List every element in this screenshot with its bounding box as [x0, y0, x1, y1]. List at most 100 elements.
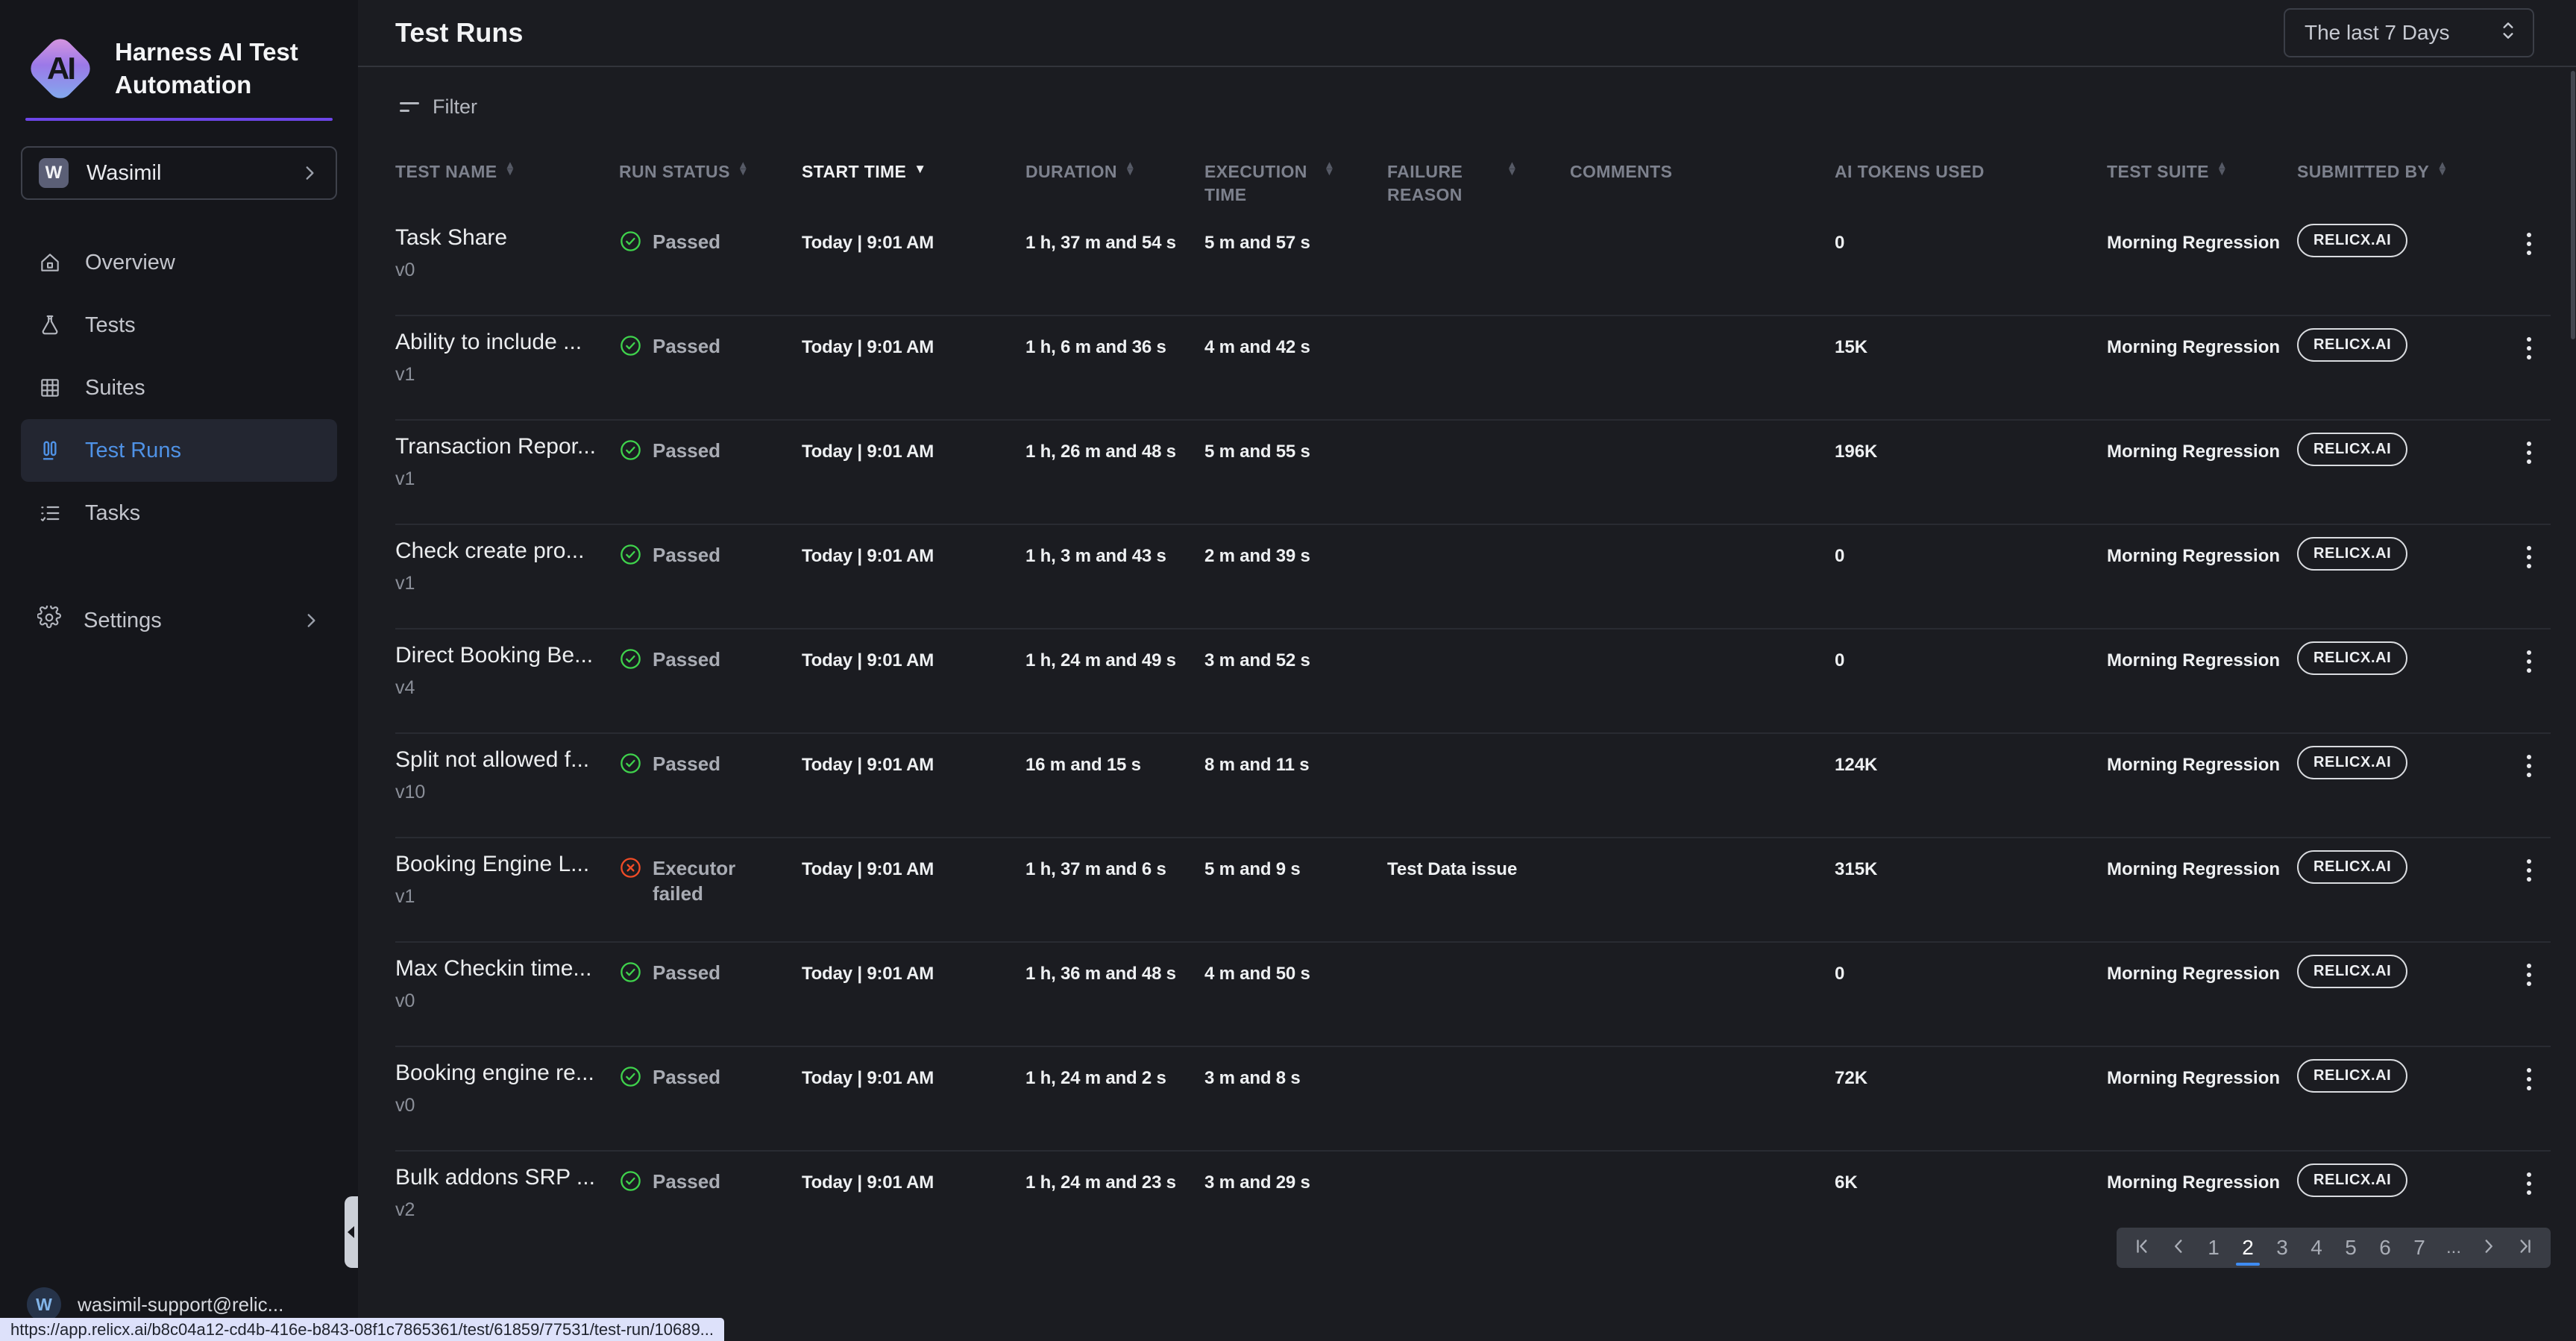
sidebar-collapse-handle[interactable] — [345, 1196, 358, 1268]
home-icon — [37, 251, 63, 274]
page-4[interactable]: 4 — [2302, 1231, 2331, 1264]
column-header-submitted-by[interactable]: SUBMITTED BY▲▼ — [2297, 160, 2484, 183]
page-2[interactable]: 2 — [2233, 1231, 2263, 1264]
column-header-duration[interactable]: DURATION▲▼ — [1025, 160, 1204, 183]
status-passed-icon — [619, 334, 642, 361]
sidebar-item-tasks[interactable]: Tasks — [21, 482, 337, 544]
comments — [1570, 838, 1835, 859]
comments — [1570, 421, 1835, 442]
date-range-select[interactable]: The last 7 Days — [2284, 8, 2534, 57]
test-name[interactable]: Transaction Repor... — [395, 434, 607, 459]
filter-label: Filter — [433, 95, 477, 119]
table-row[interactable]: Booking engine re...v0PassedToday | 9:01… — [395, 1047, 2551, 1152]
row-actions-kebab-icon[interactable] — [2519, 1169, 2539, 1198]
link-preview-statusbar: https://app.relicx.ai/b8c04a12-cd4b-416e… — [0, 1318, 724, 1341]
test-name[interactable]: Split not allowed f... — [395, 747, 607, 773]
test-runs-table: TEST NAME▲▼RUN STATUS▲▼START TIME▼DURATI… — [358, 147, 2576, 1256]
ai-tokens-used: 72K — [1835, 1047, 2107, 1089]
row-actions-kebab-icon[interactable] — [2519, 439, 2539, 467]
table-row[interactable]: Task Sharev0PassedToday | 9:01 AM1 h, 37… — [395, 212, 2551, 316]
column-header-test-name[interactable]: TEST NAME▲▼ — [395, 160, 619, 183]
test-name[interactable]: Task Share — [395, 225, 607, 251]
test-version: v0 — [395, 1095, 607, 1117]
row-actions-kebab-icon[interactable] — [2519, 543, 2539, 571]
sort-arrows-icon: ▲▼ — [2217, 162, 2228, 176]
ai-tokens-used: 196K — [1835, 421, 2107, 462]
tasks-icon — [37, 501, 63, 525]
workspace-selector[interactable]: W Wasimil — [21, 146, 337, 200]
row-actions-kebab-icon[interactable] — [2519, 230, 2539, 258]
sidebar-item-overview[interactable]: Overview — [21, 231, 337, 294]
row-actions-kebab-icon[interactable] — [2519, 752, 2539, 780]
test-name[interactable]: Direct Booking Be... — [395, 643, 607, 668]
column-header-failure-reason[interactable]: FAILURE REASON▲▼ — [1387, 160, 1570, 207]
page-1[interactable]: 1 — [2199, 1231, 2228, 1264]
column-header-start-time[interactable]: START TIME▼ — [802, 160, 1025, 183]
table-row[interactable]: Transaction Repor...v1PassedToday | 9:01… — [395, 421, 2551, 525]
page-6[interactable]: 6 — [2370, 1231, 2400, 1264]
row-actions-kebab-icon[interactable] — [2519, 856, 2539, 885]
row-actions-kebab-icon[interactable] — [2519, 647, 2539, 676]
page-5[interactable]: 5 — [2336, 1231, 2366, 1264]
row-actions-kebab-icon[interactable] — [2519, 1065, 2539, 1093]
user-avatar: W — [27, 1287, 61, 1322]
first-page-button[interactable] — [2127, 1231, 2158, 1264]
comments — [1570, 734, 1835, 755]
user-email: wasimil-support@relic... — [78, 1293, 283, 1316]
link-preview-url: https://app.relicx.ai/b8c04a12-cd4b-416e… — [10, 1320, 714, 1340]
sidebar-item-tests[interactable]: Tests — [21, 294, 337, 357]
failure-reason — [1387, 734, 1570, 755]
column-header-run-status[interactable]: RUN STATUS▲▼ — [619, 160, 802, 183]
row-actions-kebab-icon[interactable] — [2519, 334, 2539, 362]
next-page-button[interactable] — [2473, 1231, 2504, 1264]
submitted-by-badge: RELICX.AI — [2297, 955, 2407, 988]
table-row[interactable]: Booking Engine L...v1Executor failedToda… — [395, 838, 2551, 943]
sidebar-item-test-runs[interactable]: Test Runs — [21, 419, 337, 482]
test-name[interactable]: Ability to include ... — [395, 330, 607, 355]
last-page-button[interactable] — [2509, 1231, 2540, 1264]
pagination: 1234567... — [2117, 1228, 2551, 1268]
column-label: COMMENTS — [1570, 160, 1672, 183]
column-header-test-suite[interactable]: TEST SUITE▲▼ — [2107, 160, 2297, 183]
user-account[interactable]: W wasimil-support@relic... — [27, 1287, 337, 1322]
column-header-execution-time[interactable]: EXECUTION TIME▲▼ — [1204, 160, 1387, 207]
main-content: Test Runs The last 7 Days Filter TEST NA… — [358, 0, 2576, 1341]
run-status: Passed — [653, 647, 720, 673]
duration: 1 h, 3 m and 43 s — [1025, 525, 1204, 567]
page-7[interactable]: 7 — [2404, 1231, 2434, 1264]
duration: 1 h, 37 m and 6 s — [1025, 838, 1204, 880]
sidebar-item-label: Tasks — [85, 501, 140, 526]
prev-page-button[interactable] — [2163, 1231, 2194, 1264]
test-name[interactable]: Bulk addons SRP ... — [395, 1165, 607, 1190]
execution-time: 2 m and 39 s — [1204, 525, 1387, 567]
table-row[interactable]: Ability to include ...v1PassedToday | 9:… — [395, 316, 2551, 421]
sidebar-item-label: Suites — [85, 376, 145, 401]
test-name[interactable]: Booking engine re... — [395, 1061, 607, 1086]
test-name[interactable]: Max Checkin time... — [395, 956, 607, 982]
page-3[interactable]: 3 — [2267, 1231, 2297, 1264]
sidebar-item-suites[interactable]: Suites — [21, 357, 337, 419]
table-row[interactable]: Max Checkin time...v0PassedToday | 9:01 … — [395, 943, 2551, 1047]
test-version: v4 — [395, 677, 607, 699]
row-actions-kebab-icon[interactable] — [2519, 961, 2539, 989]
test-name[interactable]: Check create pro... — [395, 538, 607, 564]
duration: 1 h, 37 m and 54 s — [1025, 212, 1204, 254]
status-passed-icon — [619, 752, 642, 779]
filter-button[interactable]: Filter — [358, 67, 2576, 147]
start-time: Today | 9:01 AM — [802, 943, 1025, 984]
page-title: Test Runs — [395, 17, 2284, 48]
column-label: RUN STATUS — [619, 160, 730, 183]
failure-reason — [1387, 1152, 1570, 1172]
table-row[interactable]: Split not allowed f...v10PassedToday | 9… — [395, 734, 2551, 838]
table-row[interactable]: Check create pro...v1PassedToday | 9:01 … — [395, 525, 2551, 629]
test-suite: Morning Regression — [2107, 1152, 2297, 1193]
vertical-scrollbar[interactable] — [2571, 71, 2575, 339]
submitted-by-badge: RELICX.AI — [2297, 1163, 2407, 1197]
flask-icon — [37, 313, 63, 337]
test-name[interactable]: Booking Engine L... — [395, 852, 607, 877]
sidebar-item-label: Test Runs — [85, 439, 181, 463]
table-row[interactable]: Direct Booking Be...v4PassedToday | 9:01… — [395, 629, 2551, 734]
column-label: DURATION — [1025, 160, 1117, 183]
execution-time: 5 m and 55 s — [1204, 421, 1387, 462]
sidebar-item-settings[interactable]: Settings — [0, 592, 358, 649]
